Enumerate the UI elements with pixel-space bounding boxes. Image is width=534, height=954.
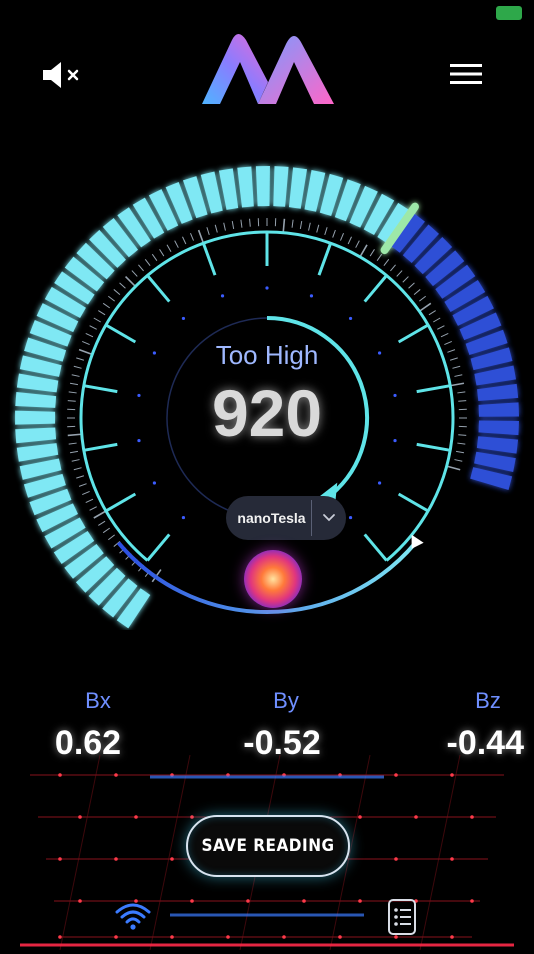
m-gradient-logo: [196, 30, 340, 110]
bx-label: Bx: [68, 688, 128, 714]
gauge-segment: [474, 366, 516, 386]
save-reading-button[interactable]: SAVE READING: [186, 815, 350, 877]
unit-chevron: [312, 513, 346, 523]
gauge-segment: [237, 166, 254, 207]
wifi-icon: [113, 900, 153, 932]
gauge-segment: [219, 168, 238, 210]
gauge-segment: [477, 436, 518, 453]
gauge-segment: [289, 167, 307, 208]
app-logo: [196, 30, 340, 110]
gauge-segment: [17, 443, 58, 462]
wifi-button[interactable]: [110, 898, 156, 934]
gauge-segment: [256, 166, 270, 206]
unit-select[interactable]: nanoTesla: [226, 496, 346, 540]
unit-label: nanoTesla: [226, 510, 311, 526]
mute-button[interactable]: [36, 56, 88, 94]
sensor-orb-icon: [244, 550, 302, 608]
gauge-segment: [477, 384, 518, 401]
battery-icon: [496, 6, 522, 20]
gauge-segment: [15, 392, 56, 408]
gauge-segment: [17, 374, 58, 393]
gauge-segment: [470, 467, 512, 490]
reading-status: Too High: [167, 340, 367, 371]
gauge-segment: [15, 411, 55, 425]
gauge-segment: [15, 427, 56, 443]
reading-value: 920: [167, 375, 367, 451]
gauge-segment: [479, 421, 519, 436]
gauge-segment: [479, 402, 519, 416]
menu-button[interactable]: [440, 54, 492, 94]
readings-list-button[interactable]: [380, 896, 424, 938]
speaker-muted-icon: [39, 59, 85, 91]
by-label: By: [256, 688, 316, 714]
bz-label: Bz: [458, 688, 518, 714]
list-icon: [386, 898, 418, 936]
chevron-down-icon: [322, 513, 336, 523]
hamburger-menu-icon: [448, 61, 484, 87]
gauge-segment: [273, 166, 288, 207]
